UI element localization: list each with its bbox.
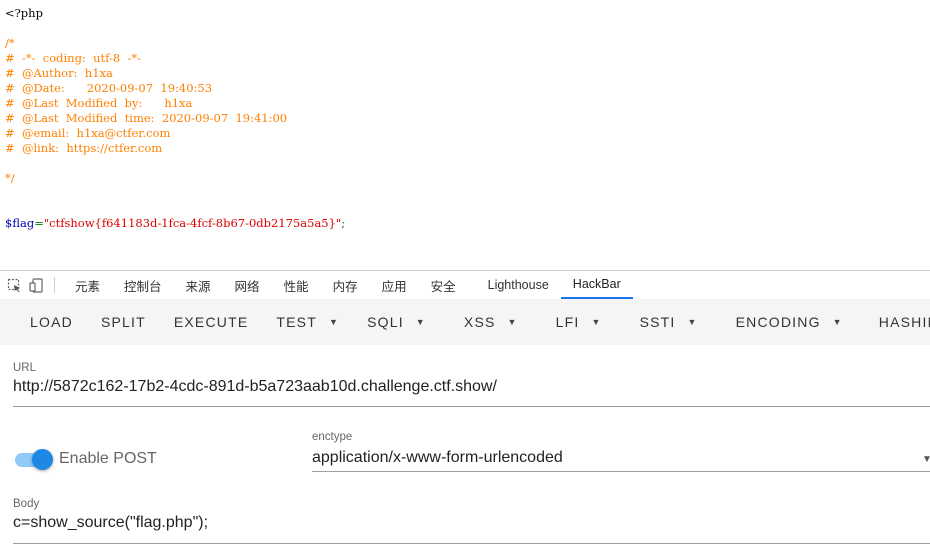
enctype-label: enctype: [312, 431, 353, 443]
hashing-label: HASHING: [878, 314, 930, 330]
tab-sources[interactable]: 来源: [174, 271, 223, 299]
load-button[interactable]: LOAD: [0, 299, 87, 345]
tab-console[interactable]: 控制台: [112, 271, 174, 299]
chevron-down-icon: ▼: [415, 317, 426, 327]
tab-elements[interactable]: 元素: [63, 271, 112, 299]
comment-line: /*: [5, 36, 15, 50]
enctype-select-underline: [312, 471, 930, 472]
tab-divider: [54, 277, 55, 293]
comment-line: # @Last Modified time: 2020-09-07 19:41:…: [5, 111, 288, 125]
comment-line: # @Date: 2020-09-07 19:40:53: [5, 81, 213, 95]
encoding-label: ENCODING: [735, 314, 821, 330]
split-label: SPLIT: [100, 314, 146, 330]
enctype-select[interactable]: application/x-www-form-urlencoded: [312, 449, 563, 467]
chevron-down-icon: ▼: [507, 317, 518, 327]
comment-line: # @Last Modified by: h1xa: [5, 96, 193, 110]
comment-line: # @email: h1xa@ctfer.com: [5, 126, 171, 140]
chevron-down-icon[interactable]: ▼: [922, 454, 930, 465]
ssti-label: SSTI: [639, 314, 676, 330]
comment-line: # @link: https://ctfer.com: [5, 141, 163, 155]
url-input-underline: [13, 406, 930, 407]
execute-button[interactable]: EXECUTE: [160, 299, 263, 345]
flag-semicolon: ;: [341, 216, 346, 230]
ssti-menu-button[interactable]: SSTI ▼: [616, 299, 712, 345]
flag-line: $flag="ctfshow{f641183d-1fca-4fcf-8b67-0…: [5, 216, 345, 231]
comment-line: */: [5, 171, 15, 185]
device-toolbar-icon[interactable]: [28, 277, 44, 293]
chevron-down-icon: ▼: [832, 317, 843, 327]
lfi-menu-button[interactable]: LFI ▼: [532, 299, 616, 345]
test-menu-button[interactable]: TEST ▼: [262, 299, 353, 345]
hackbar-toolbar: LOAD SPLIT EXECUTE TEST ▼ SQLI ▼ XSS ▼ LFI ▼…: [0, 299, 930, 345]
sqli-label: SQLI: [367, 314, 404, 330]
enable-post-label: Enable POST: [59, 450, 157, 467]
devtools-tab-bar: 元素 控制台 来源 网络 性能 内存 应用 安全 Lighthouse Hack…: [0, 270, 930, 300]
load-label: LOAD: [30, 314, 73, 330]
tab-lighthouse[interactable]: Lighthouse: [476, 271, 561, 299]
xss-label: XSS: [463, 314, 496, 330]
tab-network[interactable]: 网络: [223, 271, 272, 299]
lfi-label: LFI: [555, 314, 580, 330]
execute-label: EXECUTE: [173, 314, 249, 330]
chevron-down-icon: ▼: [687, 317, 698, 327]
flag-equals: =: [34, 216, 44, 230]
tab-security[interactable]: 安全: [419, 271, 468, 299]
split-button[interactable]: SPLIT: [87, 299, 160, 345]
tab-application[interactable]: 应用: [370, 271, 419, 299]
encoding-menu-button[interactable]: ENCODING ▼: [712, 299, 857, 345]
php-open-tag: <?php: [5, 6, 43, 20]
body-label: Body: [13, 498, 40, 510]
sqli-menu-button[interactable]: SQLI ▼: [353, 299, 440, 345]
chevron-down-icon: ▼: [328, 317, 340, 327]
url-input[interactable]: http://5872c162-17b2-4cdc-891d-b5a723aab…: [13, 378, 497, 396]
flag-variable: $flag: [5, 216, 35, 230]
body-input-underline: [13, 543, 930, 544]
inspect-element-icon[interactable]: [6, 277, 22, 293]
toggle-knob[interactable]: [32, 449, 53, 470]
url-label: URL: [13, 362, 37, 374]
tab-memory[interactable]: 内存: [321, 271, 370, 299]
flag-string: "ctfshow{f641183d-1fca-4fcf-8b67-0db2175…: [43, 216, 342, 230]
hashing-menu-button[interactable]: HASHING: [857, 299, 930, 345]
comment-line: # @Author: h1xa: [5, 66, 113, 80]
test-label: TEST: [276, 314, 317, 330]
comment-line: # -*- coding: utf-8 -*-: [5, 51, 142, 65]
tab-performance[interactable]: 性能: [272, 271, 321, 299]
body-input[interactable]: c=show_source("flag.php");: [13, 514, 208, 532]
chevron-down-icon: ▼: [591, 317, 602, 327]
php-source-view: <?php /* # -*- coding: utf-8 -*- # @Auth…: [5, 0, 930, 270]
tab-hackbar[interactable]: HackBar: [560, 271, 633, 299]
xss-menu-button[interactable]: XSS ▼: [440, 299, 532, 345]
